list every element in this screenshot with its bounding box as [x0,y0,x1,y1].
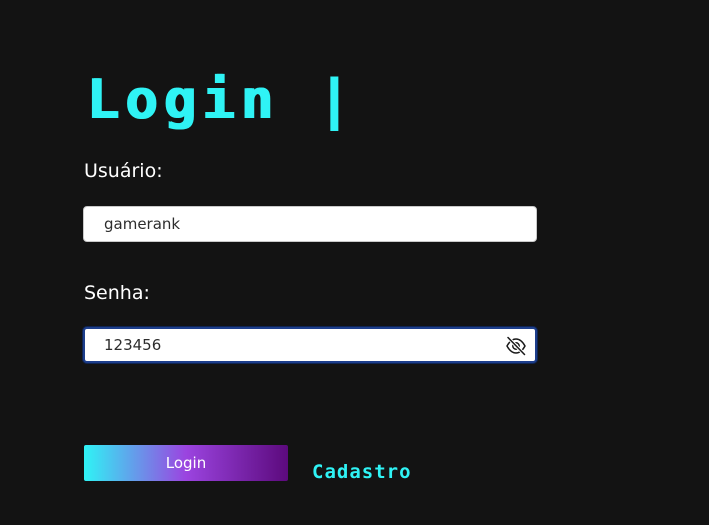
title-text: Login [86,68,279,131]
eye-off-icon[interactable] [505,336,527,356]
username-field-box [83,206,537,242]
password-field-box [83,327,537,363]
login-page: Login | Usuário: Senha: Login Cadastro [0,0,709,525]
password-label: Senha: [84,282,150,304]
username-input[interactable] [104,207,494,241]
login-button[interactable]: Login [84,445,288,481]
password-input[interactable] [104,329,494,361]
page-title: Login | [86,70,356,130]
username-label: Usuário: [84,160,163,182]
register-link[interactable]: Cadastro [312,459,412,485]
title-cursor: | [317,68,356,131]
